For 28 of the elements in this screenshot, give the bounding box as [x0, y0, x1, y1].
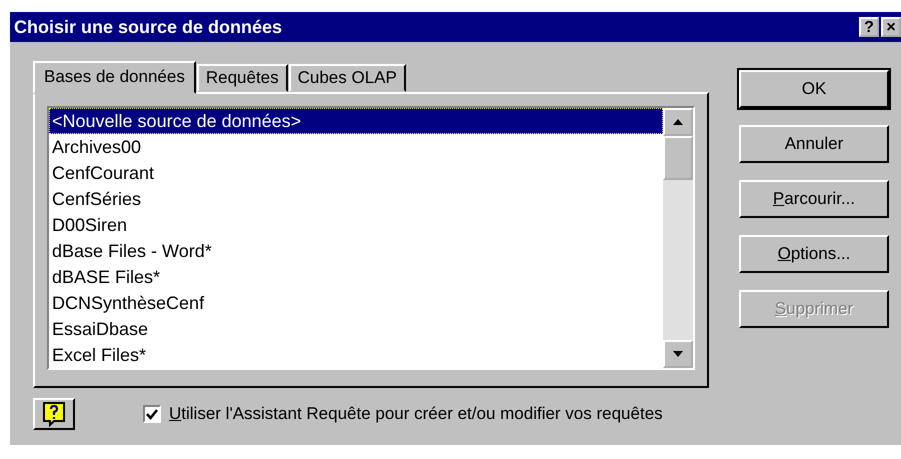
checkbox-label[interactable]: Utiliser l'Assistant Requête pour créer et/ou modifier vos requêtes — [169, 401, 663, 427]
tab[interactable]: Bases de données — [33, 61, 196, 94]
list-item[interactable]: CenfSéries — [49, 186, 663, 212]
scrollbar[interactable] — [663, 108, 693, 368]
dialog-button[interactable]: Options... — [739, 235, 889, 273]
help-button[interactable] — [33, 398, 75, 430]
scroll-down-icon[interactable] — [663, 340, 693, 368]
scroll-up-icon[interactable] — [663, 108, 693, 136]
close-button[interactable]: × — [881, 17, 901, 37]
window-title: Choisir une source de données — [14, 16, 284, 38]
list-item[interactable]: CenfCourant — [49, 160, 663, 186]
dialog-button[interactable]: OK — [739, 70, 889, 108]
list-item[interactable]: EssaiDbase — [49, 316, 663, 342]
list-item[interactable]: dBase Files - Word* — [49, 238, 663, 264]
list-item[interactable]: DCNSynthèseCenf — [49, 290, 663, 316]
list-item[interactable]: dBASE Files* — [49, 264, 663, 290]
list-item[interactable]: D00Siren — [49, 212, 663, 238]
dialog-button[interactable]: Annuler — [739, 125, 889, 163]
scroll-thumb[interactable] — [663, 136, 693, 180]
help-button[interactable]: ? — [859, 17, 879, 37]
tab[interactable]: Requêtes — [196, 64, 288, 92]
list-item[interactable]: <Nouvelle source de données> — [49, 108, 663, 134]
help-icon — [42, 401, 66, 427]
list-item[interactable]: Excel Files* — [49, 342, 663, 368]
tab[interactable]: Cubes OLAP — [288, 64, 406, 92]
checkbox[interactable] — [143, 405, 161, 423]
dialog-button[interactable]: Parcourir... — [739, 180, 889, 218]
list-item[interactable]: Archives00 — [49, 134, 663, 160]
